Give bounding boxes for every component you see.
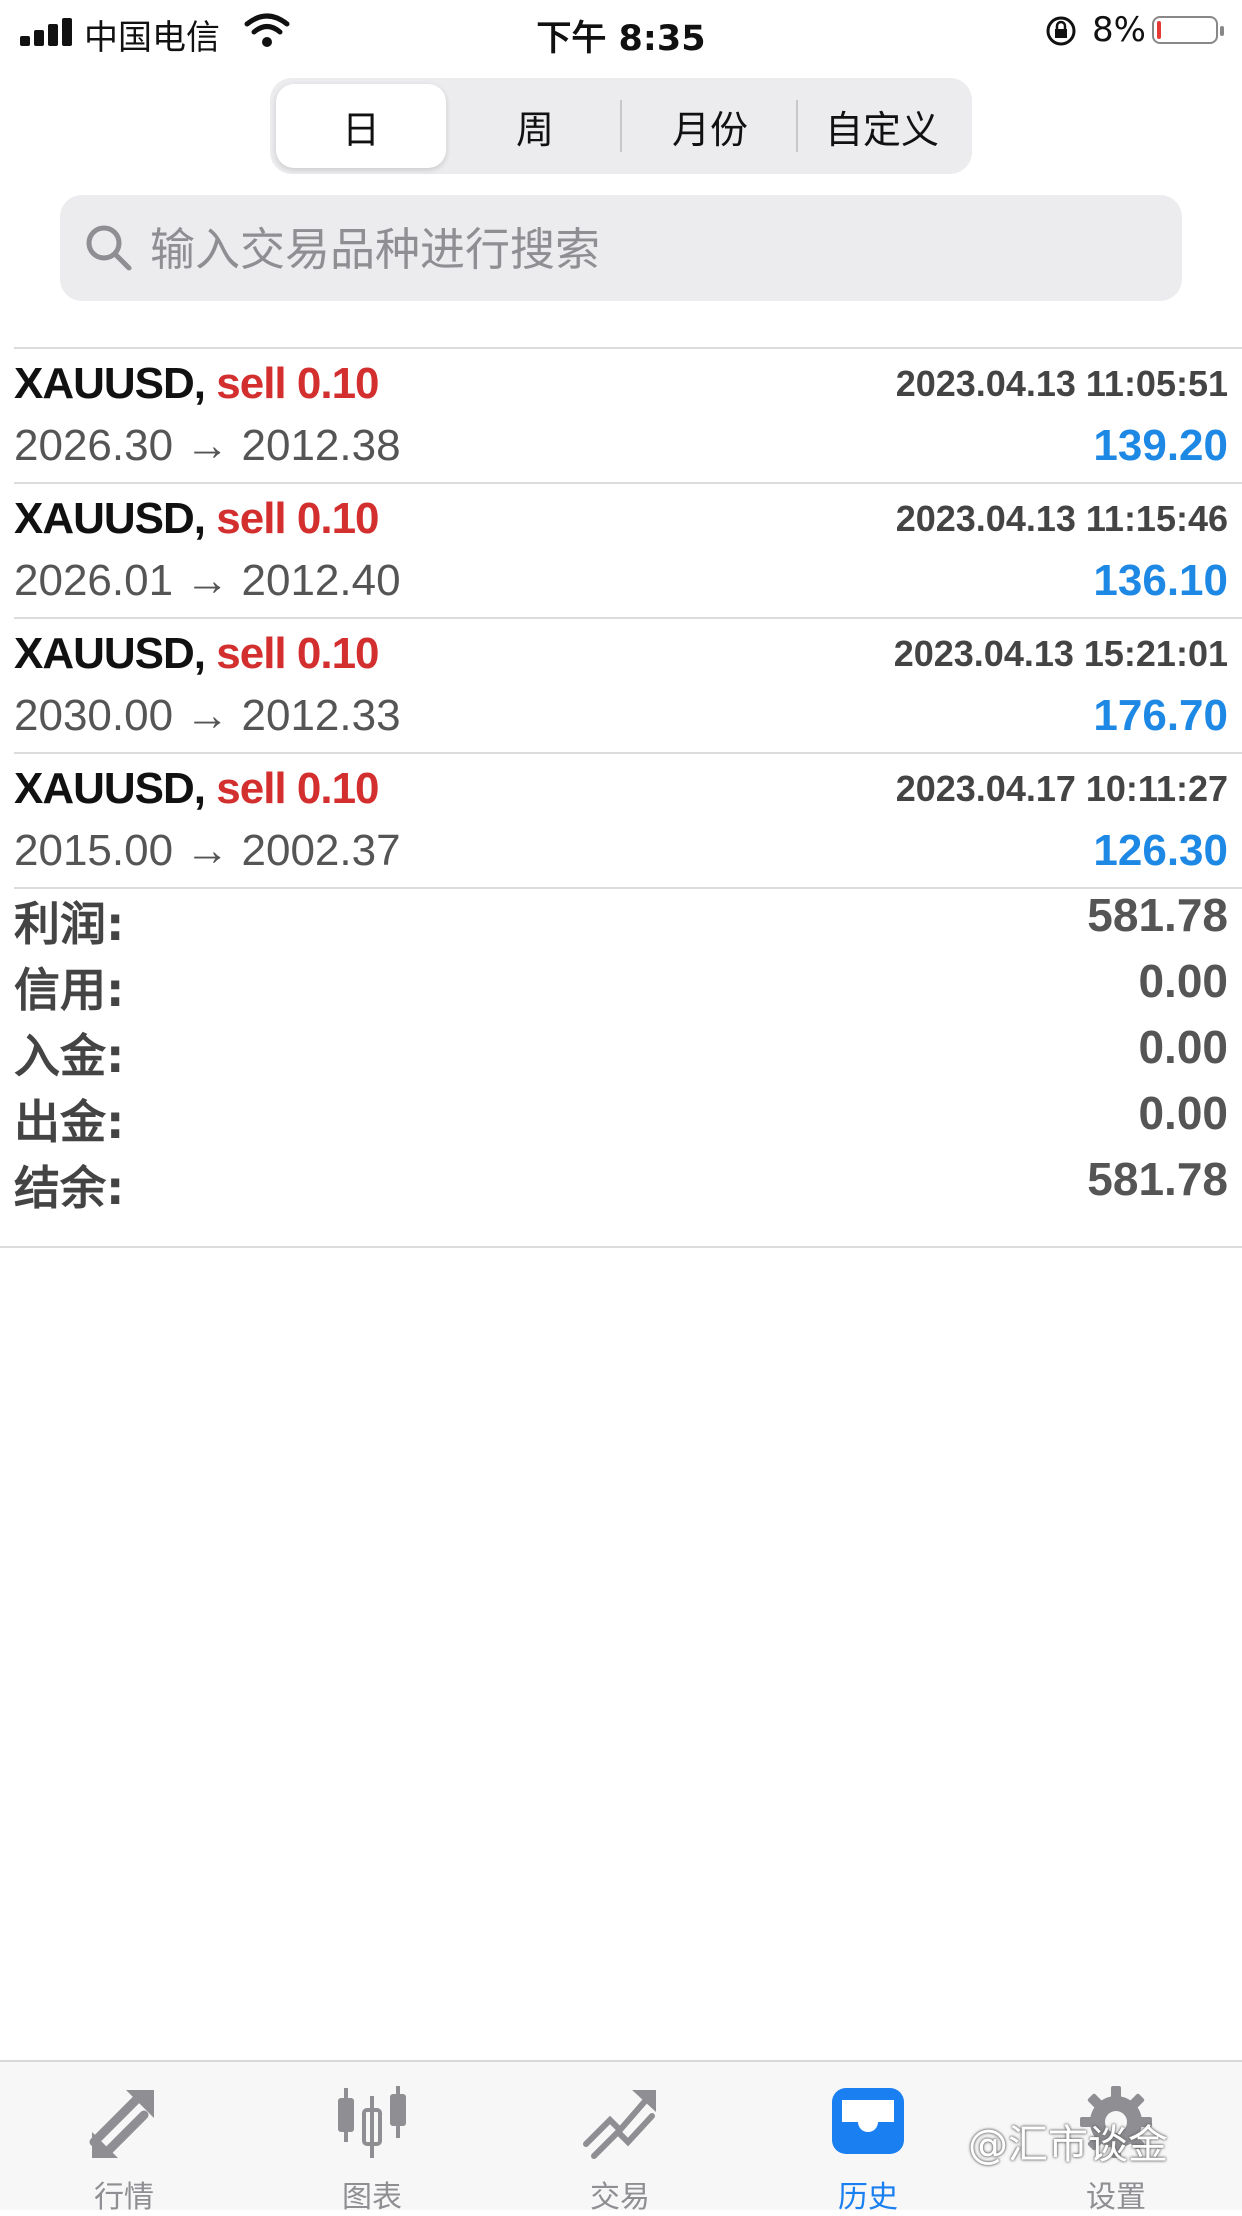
tab-week[interactable]: 周: [450, 84, 620, 168]
trade-time: 2023.04.13 11:05:51: [895, 363, 1228, 404]
battery-percent: 8%: [1092, 10, 1146, 50]
tab-label: 历史: [838, 2180, 898, 2215]
tab-charts[interactable]: 图表: [292, 2082, 452, 2215]
trade-row[interactable]: XAUUSD, sell 0.10 2023.04.17 10:11:27 20…: [0, 754, 1242, 887]
trade-row[interactable]: XAUUSD, sell 0.10 2023.04.13 11:05:51 20…: [0, 349, 1242, 482]
tab-custom[interactable]: 自定义: [797, 84, 967, 168]
summary-withdrawal: 出金: 0.00: [0, 1086, 1242, 1152]
summary-value: 581.78: [1087, 1153, 1228, 1205]
symbol-text: XAUUSD,: [14, 494, 206, 543]
summary-label: 结余:: [14, 1161, 125, 1215]
summary-label: 利润:: [14, 897, 125, 951]
account-summary: 利润: 581.78 信用: 0.00 入金: 0.00 出金: 0.00 结余…: [0, 888, 1242, 1218]
quotes-arrows-icon: [89, 2090, 154, 2158]
summary-value: 0.00: [1138, 1087, 1228, 1139]
summary-deposit: 入金: 0.00: [0, 1020, 1242, 1086]
symbol-text: XAUUSD,: [14, 764, 206, 813]
rotation-lock-icon: [1046, 16, 1076, 46]
trade-trend-icon: [583, 2090, 656, 2159]
watermark: @汇市谈金: [968, 2122, 1168, 2168]
trade-prices: 2026.30 → 2012.38: [14, 421, 401, 470]
trade-prices: 2030.00 → 2012.33: [14, 691, 401, 740]
search-input[interactable]: [148, 213, 1162, 285]
trade-profit: 176.70: [1093, 691, 1228, 740]
summary-credit: 信用: 0.00: [0, 954, 1242, 1020]
search-icon: [86, 225, 132, 271]
trade-row[interactable]: XAUUSD, sell 0.10 2023.04.13 15:21:01 20…: [0, 619, 1242, 752]
summary-value: 0.00: [1138, 1021, 1228, 1073]
trade-prices: 2015.00 → 2002.37: [14, 826, 401, 875]
tab-day[interactable]: 日: [276, 84, 446, 168]
trade-direction: sell 0.10: [216, 764, 379, 813]
symbol-text: XAUUSD,: [14, 359, 206, 408]
trade-profit: 136.10: [1093, 556, 1228, 605]
trade-prices: 2026.01 → 2012.40: [14, 556, 401, 605]
trade-time: 2023.04.13 11:15:46: [895, 498, 1228, 539]
trade-direction: sell 0.10: [216, 629, 379, 678]
trade-direction: sell 0.10: [216, 359, 379, 408]
summary-label: 信用:: [14, 963, 125, 1017]
summary-value: 0.00: [1138, 955, 1228, 1007]
tab-label: 行情: [94, 2180, 154, 2215]
summary-balance: 结余: 581.78: [0, 1152, 1242, 1218]
segment-divider: [620, 100, 622, 152]
symbol-text: XAUUSD,: [14, 629, 206, 678]
trade-time: 2023.04.13 15:21:01: [893, 633, 1228, 674]
status-bar: 中国电信 下午 8:35 8%: [0, 0, 1242, 62]
trade-direction: sell 0.10: [216, 494, 379, 543]
trade-symbol: XAUUSD, sell 0.10: [14, 494, 380, 544]
search-bar[interactable]: [60, 195, 1182, 301]
trade-row[interactable]: XAUUSD, sell 0.10 2023.04.13 11:15:46 20…: [0, 484, 1242, 617]
trade-profit: 139.20: [1093, 421, 1228, 470]
tab-label: 图表: [342, 2180, 402, 2215]
summary-value: 581.78: [1087, 889, 1228, 941]
tab-history[interactable]: 历史: [788, 2082, 948, 2215]
tab-quotes[interactable]: 行情: [44, 2082, 204, 2215]
trade-symbol: XAUUSD, sell 0.10: [14, 629, 380, 679]
summary-profit: 利润: 581.78: [0, 888, 1242, 954]
tab-month[interactable]: 月份: [625, 84, 795, 168]
tab-label: 设置: [1086, 2180, 1146, 2215]
trade-history-list: XAUUSD, sell 0.10 2023.04.13 11:05:51 20…: [0, 347, 1242, 889]
tab-label: 交易: [590, 2180, 650, 2215]
trade-symbol: XAUUSD, sell 0.10: [14, 359, 380, 409]
divider: [0, 1246, 1242, 1248]
battery-icon: [1152, 16, 1224, 44]
trade-time: 2023.04.17 10:11:27: [895, 768, 1228, 809]
tab-trade[interactable]: 交易: [540, 2082, 700, 2215]
trade-profit: 126.30: [1093, 826, 1228, 875]
period-segmented-control: 日 周 月份 自定义: [270, 78, 972, 174]
summary-label: 出金:: [14, 1095, 125, 1149]
candlestick-chart-icon: [338, 2086, 406, 2158]
summary-label: 入金:: [14, 1029, 125, 1083]
trade-symbol: XAUUSD, sell 0.10: [14, 764, 380, 814]
history-inbox-icon: [832, 2088, 904, 2154]
